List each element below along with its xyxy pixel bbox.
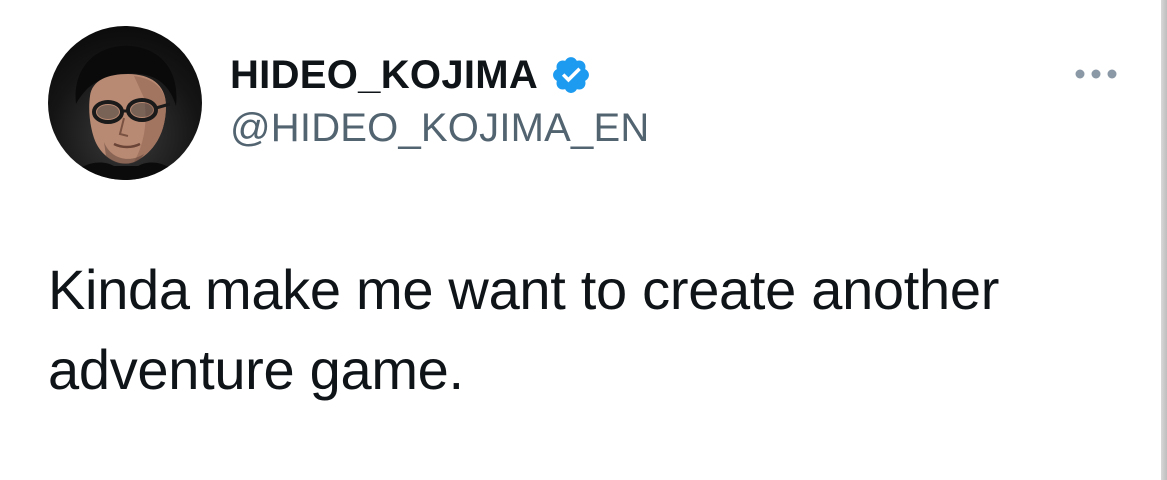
- avatar[interactable]: [48, 26, 202, 180]
- author-display-name[interactable]: HIDEO_KOJIMA: [230, 55, 538, 95]
- profile-photo-icon: [68, 45, 182, 180]
- scrollbar[interactable]: [1161, 0, 1167, 480]
- tweet-text: Kinda make me want to create another adv…: [48, 258, 1000, 401]
- more-options-button[interactable]: [1068, 56, 1124, 92]
- author-name-row[interactable]: HIDEO_KOJIMA: [230, 52, 592, 98]
- tweet-card[interactable]: HIDEO_KOJIMA @HIDEO_KOJIMA_EN Kinda make…: [0, 0, 1150, 480]
- more-horizontal-icon: [1075, 69, 1117, 79]
- author-handle[interactable]: @HIDEO_KOJIMA_EN: [230, 108, 649, 148]
- verified-badge-icon: [550, 54, 592, 96]
